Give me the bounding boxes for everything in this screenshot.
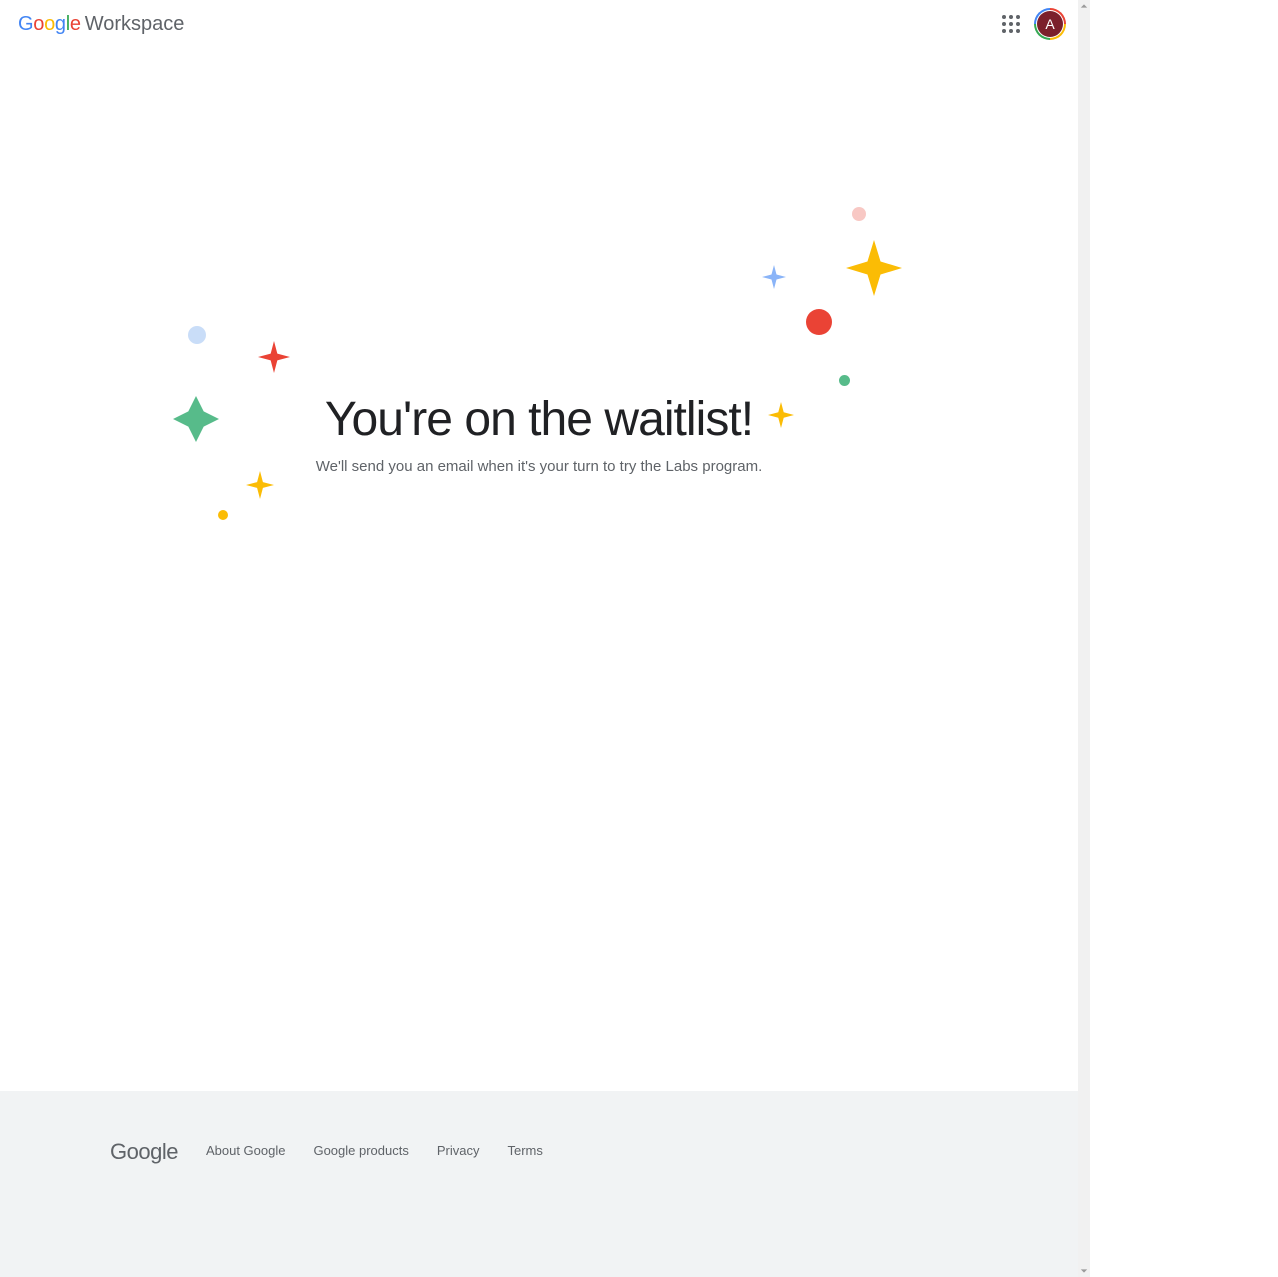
blank-area: [1090, 0, 1278, 1277]
sparkle-icon: [258, 341, 290, 373]
avatar-initial: A: [1037, 11, 1063, 37]
scrollbar-vertical[interactable]: [1078, 0, 1090, 1277]
dot-icon: [839, 375, 850, 386]
page-subtitle: We'll send you an email when it's your t…: [316, 458, 763, 475]
footer-logo: Google: [110, 1139, 178, 1165]
dot-icon: [188, 326, 206, 344]
main-content: You're on the waitlist! We'll send you a…: [0, 48, 1078, 1091]
scroll-up-icon[interactable]: [1078, 0, 1090, 12]
footer-link-products[interactable]: Google products: [313, 1143, 408, 1158]
sparkle-icon: [173, 396, 219, 442]
google-logo: Google: [18, 13, 81, 36]
footer-link-terms[interactable]: Terms: [508, 1143, 543, 1158]
scroll-down-icon[interactable]: [1078, 1265, 1090, 1277]
footer: Google About Google Google products Priv…: [0, 1091, 1078, 1277]
brand[interactable]: Google Workspace: [18, 13, 184, 36]
dot-icon: [852, 207, 866, 221]
page-title: You're on the waitlist!: [325, 392, 753, 447]
footer-link-privacy[interactable]: Privacy: [437, 1143, 480, 1158]
sparkle-icon: [246, 471, 274, 499]
sparkle-icon: [768, 402, 794, 428]
header: Google Workspace A: [0, 0, 1078, 48]
product-name: Workspace: [85, 13, 185, 36]
sparkle-icon: [762, 265, 786, 289]
footer-link-about[interactable]: About Google: [206, 1143, 286, 1158]
dot-icon: [806, 309, 832, 335]
dot-icon: [218, 510, 228, 520]
apps-grid-icon[interactable]: [1002, 15, 1020, 33]
account-avatar[interactable]: A: [1034, 8, 1066, 40]
sparkle-icon: [846, 240, 902, 296]
